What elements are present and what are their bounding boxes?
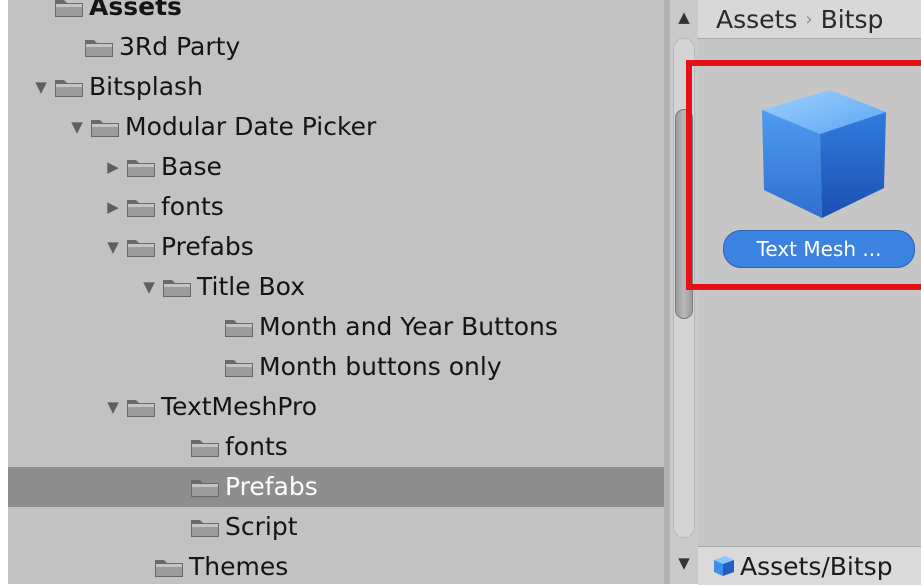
folder-icon [224,316,254,338]
folder-icon [84,36,114,58]
selected-path-text: Assets/Bitsp [740,551,893,581]
folder-icon [90,116,120,138]
tree-row[interactable]: Month and Year Buttons [8,307,664,347]
folder-icon [54,76,84,98]
folder-icon [162,276,192,298]
tree-item-label: Assets [89,0,182,21]
breadcrumb-assets[interactable]: Assets [716,5,797,34]
tree-row[interactable]: Prefabs [8,467,664,507]
tree-item-label: TextMeshPro [161,392,318,421]
tree-item-label: Base [161,152,222,181]
tree-row[interactable]: Assets [8,0,664,27]
tree-row[interactable]: Themes [8,547,664,584]
highlight-annotation [686,60,921,290]
tree-item-label: Month buttons only [259,352,502,381]
tree-row[interactable]: ▼ Prefabs [8,227,664,267]
tree-item-label: 3Rd Party [119,32,241,61]
tree-item-label: Script [225,512,298,541]
collapse-arrow-icon[interactable]: ▼ [100,227,126,267]
prefab-cube-icon [714,556,734,576]
collapse-arrow-icon[interactable]: ▼ [100,387,126,427]
tree-item-label: fonts [161,192,224,221]
tree-item-label: Bitsplash [89,72,203,101]
tree-item-label: Themes [189,552,289,581]
tree-item-label: Title Box [197,272,305,301]
tree-item-label: Modular Date Picker [125,112,377,141]
scroll-up-icon[interactable]: ▲ [670,2,698,32]
folder-icon [190,436,220,458]
project-tree-panel: Assets 3Rd Party ▼ Bitsplash ▼ Modular Date P… [8,0,664,584]
collapse-arrow-icon[interactable]: ▼ [28,67,54,107]
folder-icon [126,396,156,418]
folder-icon [224,356,254,378]
breadcrumb: Assets › Bitsp [698,0,921,39]
tree-row[interactable]: ▼ Bitsplash [8,67,664,107]
tree-item-label: Prefabs [161,232,254,261]
folder-icon [190,516,220,538]
tree-row[interactable]: fonts [8,427,664,467]
tree-item-label: fonts [225,432,288,461]
tree-row[interactable]: Month buttons only [8,347,664,387]
tree-row[interactable]: ▶ fonts [8,187,664,227]
tree-row[interactable]: ▼ Title Box [8,267,664,307]
collapse-arrow-icon[interactable]: ▼ [64,107,90,147]
folder-icon [126,156,156,178]
folder-icon [154,556,184,578]
expand-arrow-icon[interactable]: ▶ [100,147,126,187]
expand-arrow-icon[interactable]: ▶ [100,187,126,227]
breadcrumb-separator-icon: › [805,8,813,30]
folder-icon [54,0,84,18]
tree-item-label: Prefabs [225,472,318,501]
folder-icon [126,196,156,218]
scroll-down-icon[interactable]: ▼ [670,548,698,578]
breadcrumb-bitsplash[interactable]: Bitsp [821,5,884,34]
folder-icon [126,236,156,258]
selected-path-bar: Assets/Bitsp [698,546,921,585]
tree-row[interactable]: 3Rd Party [8,27,664,67]
tree-row[interactable]: ▼ TextMeshPro [8,387,664,427]
tree-row[interactable]: Script [8,507,664,547]
collapse-arrow-icon[interactable]: ▼ [136,267,162,307]
tree-row[interactable]: ▼ Modular Date Picker [8,107,664,147]
tree-item-label: Month and Year Buttons [259,312,558,341]
folder-icon [190,476,220,498]
tree-row[interactable]: ▶ Base [8,147,664,187]
